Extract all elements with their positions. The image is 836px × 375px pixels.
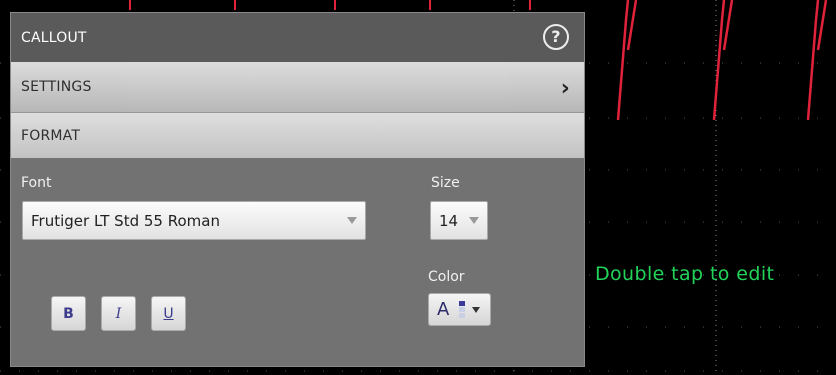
panel-title: CALLOUT <box>21 29 87 46</box>
color-picker-button[interactable]: A <box>428 293 491 326</box>
format-label: FORMAT <box>21 127 81 144</box>
dropdown-arrow-icon <box>472 307 480 313</box>
text-color-icon: A <box>437 299 450 320</box>
callout-header: CALLOUT ? <box>11 13 584 62</box>
dropdown-arrow-icon <box>469 217 479 224</box>
font-dropdown[interactable]: Frutiger LT Std 55 Roman <box>22 201 366 240</box>
waveform-trace <box>712 0 734 121</box>
settings-section[interactable]: SETTINGS › <box>11 62 584 112</box>
settings-label: SETTINGS <box>21 79 92 95</box>
size-value: 14 <box>439 211 459 230</box>
underline-button[interactable]: U <box>151 296 186 331</box>
format-section[interactable]: FORMAT <box>11 112 584 158</box>
bold-button[interactable]: B <box>51 296 86 331</box>
waveform-trace <box>616 0 638 121</box>
size-dropdown[interactable]: 14 <box>430 201 488 240</box>
italic-button[interactable]: I <box>101 296 136 331</box>
font-label: Font <box>21 175 52 191</box>
chevron-right-icon: › <box>560 76 570 101</box>
dropdown-arrow-icon <box>347 217 357 224</box>
color-label: Color <box>428 269 465 285</box>
size-label: Size <box>431 175 460 191</box>
font-value: Frutiger LT Std 55 Roman <box>31 211 220 230</box>
color-swatch-icon <box>459 301 465 318</box>
callout-panel: CALLOUT ? SETTINGS › FORMAT Font Size Fr… <box>10 12 585 367</box>
waveform-trace <box>806 0 828 121</box>
help-icon[interactable]: ? <box>543 24 569 50</box>
callout-text[interactable]: Double tap to edit <box>595 263 774 285</box>
